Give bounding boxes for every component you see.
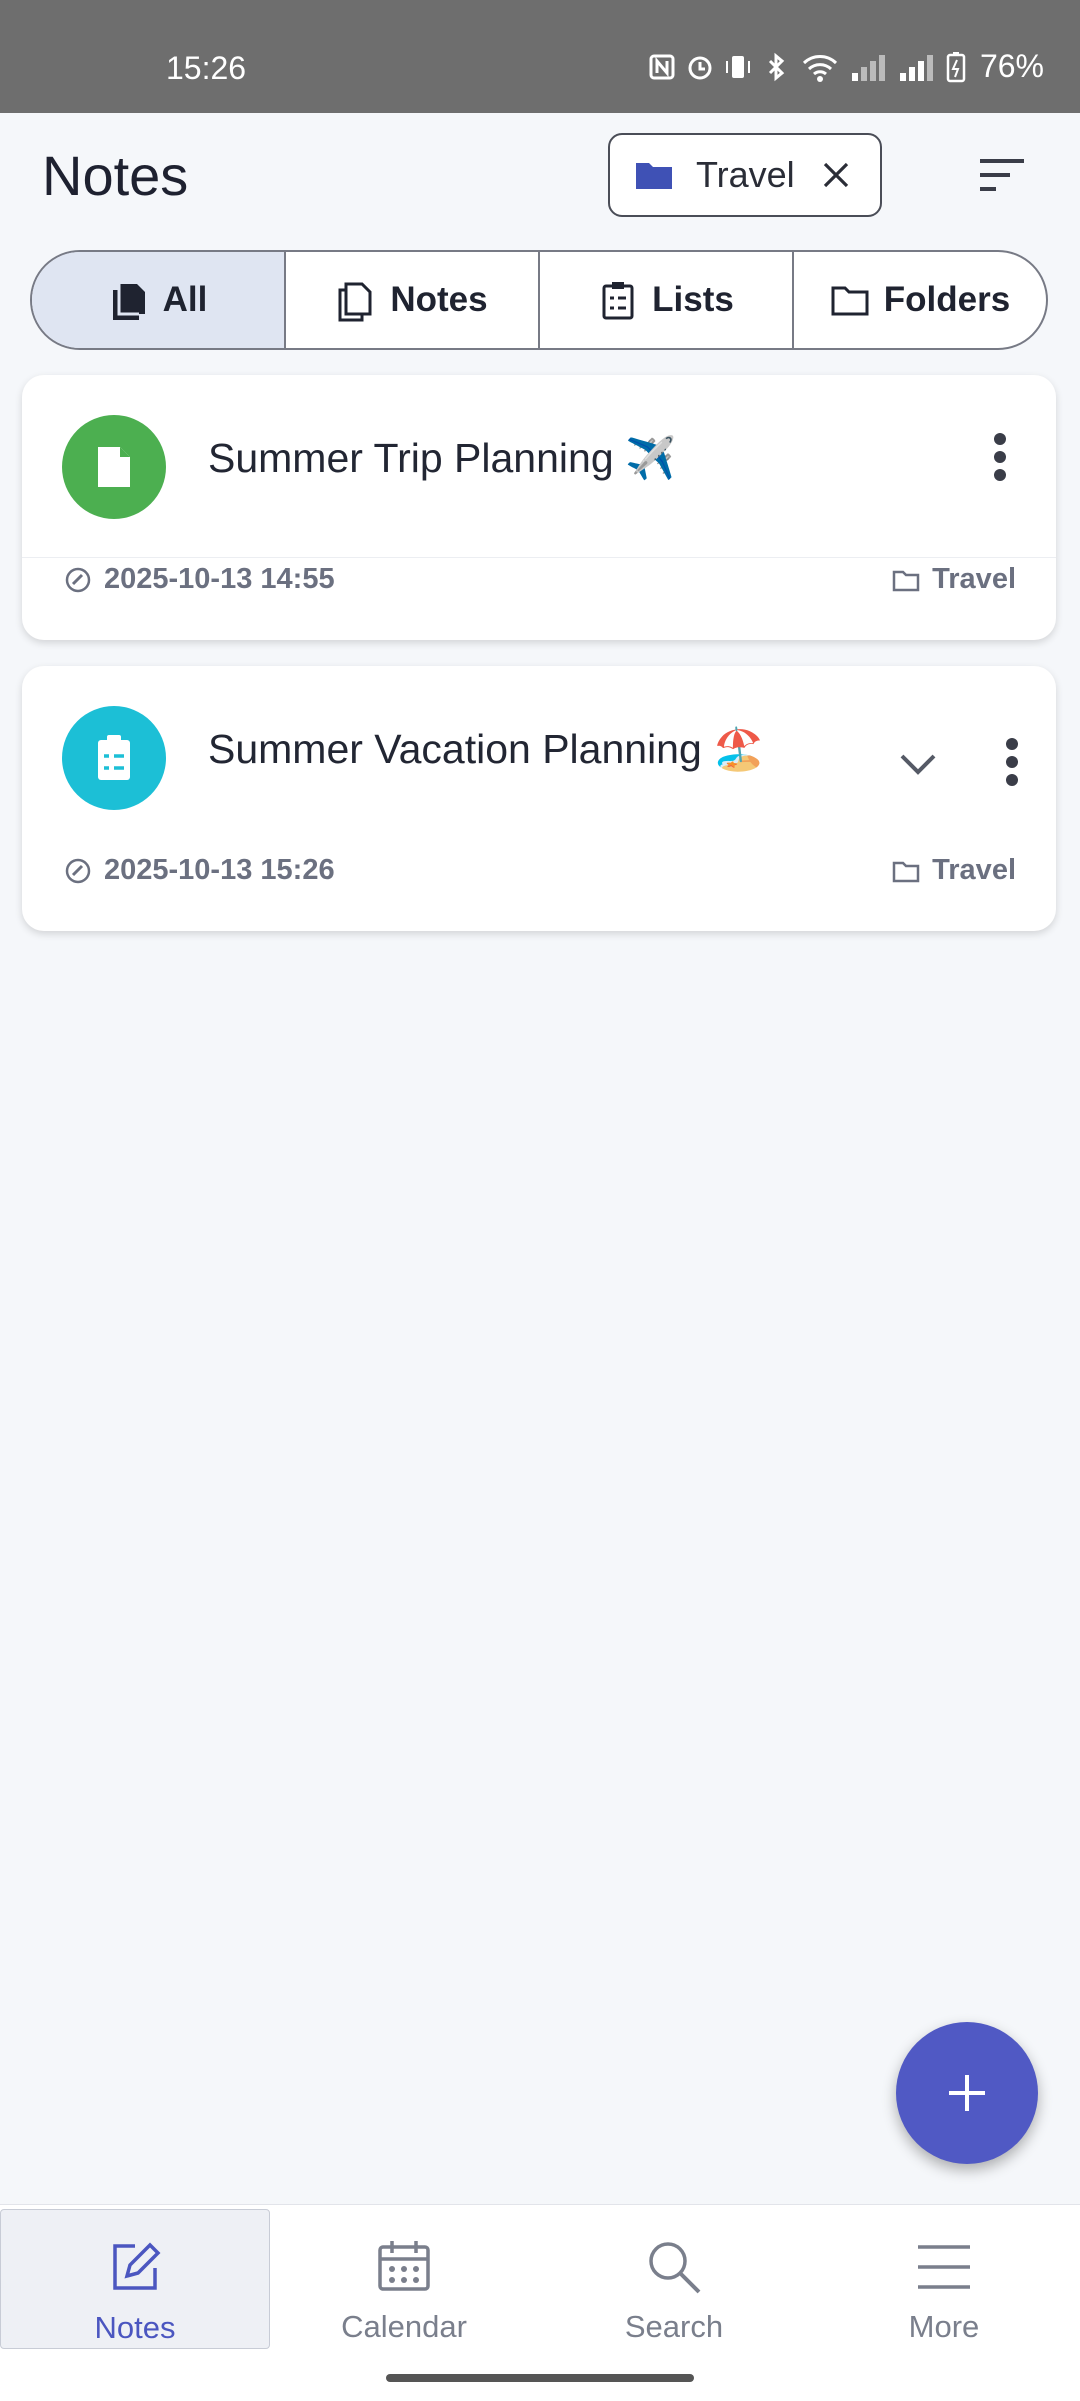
chevron-down-icon[interactable] <box>898 750 938 778</box>
note-date: 2025-10-13 14:55 <box>64 563 335 596</box>
edit-time-icon <box>65 858 91 883</box>
more-vert-icon[interactable] <box>1002 736 1022 788</box>
folder-icon <box>831 286 869 316</box>
battery-percent: 76% <box>979 48 1044 84</box>
folder-filled-icon <box>636 163 672 189</box>
folder-filter-chip[interactable]: Travel <box>608 133 882 217</box>
note-folder-text: Travel <box>932 563 1016 595</box>
tab-all[interactable]: All <box>32 252 286 348</box>
tab-lists[interactable]: Lists <box>540 252 794 348</box>
nav-search[interactable]: Search <box>540 2209 808 2347</box>
checklist-icon <box>602 282 634 320</box>
checklist-icon <box>98 735 130 780</box>
edit-icon <box>113 2242 161 2290</box>
note-folder-text: Travel <box>932 854 1016 886</box>
card-divider <box>22 557 1056 558</box>
nav-search-label: Search <box>624 2309 724 2344</box>
tab-notes[interactable]: Notes <box>286 252 540 348</box>
search-icon <box>649 2242 701 2294</box>
tab-folders-label: Folders <box>883 280 1011 319</box>
nav-more-label: More <box>908 2309 980 2344</box>
notes-outline-icon <box>338 282 372 322</box>
note-date: 2025-10-13 15:26 <box>64 854 335 887</box>
note-date-text: 2025-10-13 14:55 <box>104 563 335 595</box>
menu-icon <box>918 2245 970 2289</box>
note-folder: Travel <box>892 854 1016 887</box>
note-type-avatar <box>62 415 166 519</box>
status-time: 15:26 <box>166 50 247 86</box>
alarm-icon <box>688 56 712 79</box>
close-icon[interactable] <box>821 160 851 190</box>
vibrate-icon <box>725 55 750 78</box>
tab-all-label: All <box>162 280 208 319</box>
wifi-icon <box>802 54 837 82</box>
battery-icon <box>946 51 966 82</box>
note-card[interactable]: Summer Vacation Planning 🏖️ 2025-10-13 1… <box>22 666 1056 931</box>
note-card[interactable]: Summer Trip Planning ✈️ 2025-10-13 14:55… <box>22 375 1056 640</box>
add-note-button[interactable] <box>896 2022 1038 2164</box>
note-folder: Travel <box>892 563 1016 596</box>
sort-icon[interactable] <box>978 155 1026 195</box>
nav-more[interactable]: More <box>810 2209 1078 2347</box>
tab-notes-label: Notes <box>390 280 488 319</box>
note-title: Summer Trip Planning ✈️ <box>208 435 677 481</box>
note-type-avatar <box>62 706 166 810</box>
notes-filled-icon <box>112 284 145 320</box>
nav-calendar-label: Calendar <box>341 2309 467 2344</box>
folder-small-icon <box>892 861 920 882</box>
status-bar: 15:26 76% <box>0 0 1080 113</box>
status-icons: 76% <box>648 48 1044 85</box>
signal-icon <box>851 54 885 81</box>
bottom-navigation: Notes Calendar Search More <box>0 2204 1080 2401</box>
more-vert-icon[interactable] <box>990 431 1010 483</box>
nav-notes-label: Notes <box>94 2310 176 2345</box>
app-header: Notes Travel <box>0 113 1080 241</box>
tab-folders[interactable]: Folders <box>794 252 1046 348</box>
nav-calendar[interactable]: Calendar <box>270 2209 538 2347</box>
filter-tabs: All Notes Lists Folders <box>30 250 1048 350</box>
bluetooth-icon <box>768 52 785 81</box>
edit-time-icon <box>65 567 91 592</box>
calendar-icon <box>378 2241 430 2291</box>
folder-small-icon <box>892 570 920 591</box>
note-icon <box>98 447 130 487</box>
nfc-icon <box>649 54 675 79</box>
gesture-bar[interactable] <box>386 2374 694 2382</box>
note-title: Summer Vacation Planning 🏖️ <box>208 726 765 772</box>
nav-notes[interactable]: Notes <box>0 2209 270 2349</box>
note-date-text: 2025-10-13 15:26 <box>104 854 335 886</box>
page-title: Notes <box>42 144 189 207</box>
tab-lists-label: Lists <box>652 280 734 319</box>
filter-chip-label: Travel <box>696 154 795 195</box>
signal-icon-2 <box>899 54 933 81</box>
plus-icon <box>949 2075 985 2111</box>
